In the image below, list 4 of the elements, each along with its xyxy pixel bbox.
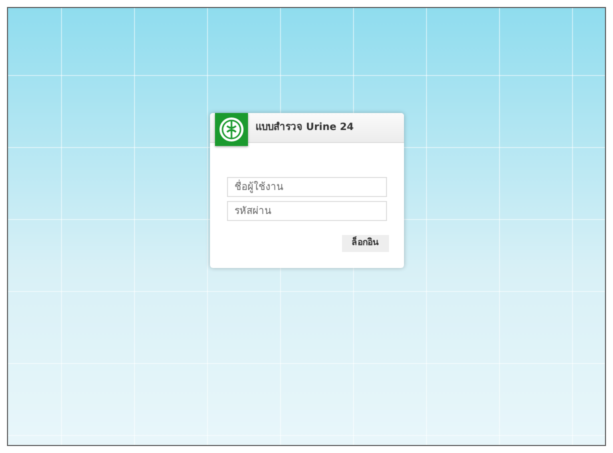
input-field[interactable]: รหัสผ่าน xyxy=(226,201,386,221)
card-title: แบบสำรวจ Urine 24 xyxy=(256,120,354,135)
input-field[interactable]: ชื่อผู้ใช้งาน xyxy=(226,177,386,197)
login-button[interactable]: ล็อกอิน xyxy=(342,235,388,252)
